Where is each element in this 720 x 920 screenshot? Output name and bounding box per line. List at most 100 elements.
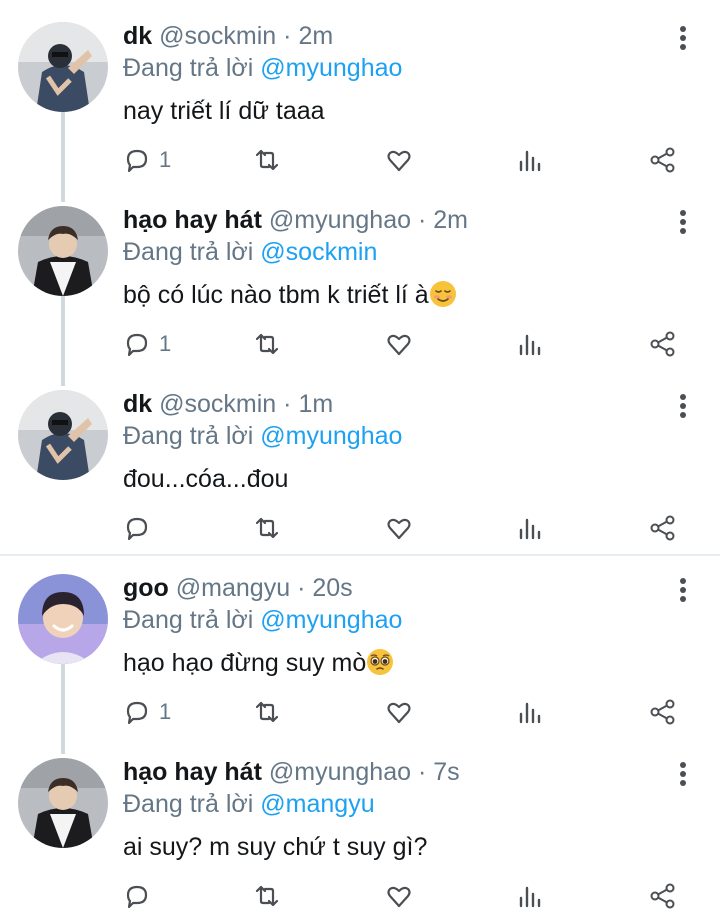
tweet-content: dk @sockmin · 1m Đang trả lời @myunghao … bbox=[123, 388, 660, 496]
handle[interactable]: @mangyu bbox=[176, 574, 290, 602]
tweet-text: bộ có lúc nào tbm k triết lí à bbox=[123, 278, 660, 312]
views-button[interactable] bbox=[516, 511, 544, 545]
more-options-icon[interactable] bbox=[676, 208, 690, 236]
views-icon bbox=[519, 886, 541, 908]
views-button[interactable] bbox=[516, 695, 544, 729]
tweet[interactable]: goo @mangyu · 20s Đang trả lời @myunghao… bbox=[0, 552, 720, 736]
retweet-icon bbox=[255, 701, 279, 723]
reply-icon bbox=[126, 517, 148, 541]
tweet-header: hạo hay hát @myunghao · 2m bbox=[123, 204, 660, 236]
more-options-icon[interactable] bbox=[676, 392, 690, 420]
display-name[interactable]: hạo hay hát bbox=[123, 206, 262, 234]
mention-link[interactable]: @myunghao bbox=[260, 606, 402, 634]
reply-button[interactable]: 1 bbox=[123, 143, 171, 177]
retweet-button[interactable] bbox=[253, 695, 281, 729]
reply-icon bbox=[126, 333, 148, 357]
reply-icon bbox=[126, 701, 148, 725]
reply-count: 1 bbox=[159, 331, 172, 356]
display-name[interactable]: dk bbox=[123, 22, 152, 50]
replying-to-label: Đang trả lời bbox=[123, 790, 254, 818]
tweet-text-body: hạo hạo đừng suy mò bbox=[123, 649, 367, 677]
reply-button[interactable] bbox=[123, 511, 159, 545]
handle[interactable]: @sockmin bbox=[159, 22, 276, 50]
replying-to: Đang trả lời @myunghao bbox=[123, 420, 660, 452]
reply-button[interactable] bbox=[123, 879, 159, 913]
tweet[interactable]: dk @sockmin · 1m Đang trả lời @myunghao … bbox=[0, 368, 720, 552]
tweet-text: đou...cóa...đou bbox=[123, 465, 289, 493]
retweet-icon bbox=[255, 885, 279, 907]
mention-link[interactable]: @mangyu bbox=[260, 790, 374, 818]
tweet-content: goo @mangyu · 20s Đang trả lời @myunghao… bbox=[123, 572, 660, 680]
tweet-text: nay triết lí dữ taaa bbox=[123, 97, 325, 125]
share-button[interactable] bbox=[649, 695, 677, 729]
display-name[interactable]: hạo hay hát bbox=[123, 758, 262, 786]
views-icon bbox=[519, 702, 541, 724]
replying-to-label: Đang trả lời bbox=[123, 238, 254, 266]
like-button[interactable] bbox=[385, 511, 413, 545]
mention-link[interactable]: @myunghao bbox=[260, 54, 402, 82]
more-options-icon[interactable] bbox=[676, 24, 690, 52]
more-options-icon[interactable] bbox=[676, 576, 690, 604]
handle[interactable]: @myunghao bbox=[269, 206, 411, 234]
handle[interactable]: @sockmin bbox=[159, 390, 276, 418]
reply-icon bbox=[126, 149, 148, 173]
avatar-goo[interactable] bbox=[18, 574, 108, 664]
share-icon bbox=[650, 147, 675, 173]
tweet-actions: 1 bbox=[123, 327, 693, 361]
share-button[interactable] bbox=[649, 143, 677, 177]
retweet-button[interactable] bbox=[253, 879, 281, 913]
reply-count: 1 bbox=[159, 147, 172, 172]
separator-dot: · bbox=[283, 390, 292, 418]
timestamp[interactable]: 1m bbox=[298, 390, 333, 418]
reply-button[interactable]: 1 bbox=[123, 695, 171, 729]
views-button[interactable] bbox=[516, 327, 544, 361]
retweet-button[interactable] bbox=[253, 327, 281, 361]
like-button[interactable] bbox=[385, 695, 413, 729]
views-button[interactable] bbox=[516, 879, 544, 913]
reply-icon bbox=[126, 885, 148, 909]
tweet-content: hạo hay hát @myunghao · 2m Đang trả lời … bbox=[123, 204, 660, 312]
replying-to: Đang trả lời @sockmin bbox=[123, 236, 660, 268]
relieved-face-emoji bbox=[429, 281, 456, 307]
handle[interactable]: @myunghao bbox=[269, 758, 411, 786]
avatar-hao[interactable] bbox=[18, 206, 108, 296]
mention-link[interactable]: @myunghao bbox=[260, 422, 402, 450]
reply-count: 1 bbox=[159, 699, 172, 724]
tweet[interactable]: hạo hay hát @myunghao · 7s Đang trả lời … bbox=[0, 736, 720, 920]
retweet-button[interactable] bbox=[253, 143, 281, 177]
like-icon bbox=[387, 518, 411, 540]
tweet[interactable]: hạo hay hát @myunghao · 2m Đang trả lời … bbox=[0, 184, 720, 368]
tweet-actions: 1 bbox=[123, 695, 693, 729]
like-icon bbox=[387, 702, 411, 724]
share-button[interactable] bbox=[649, 879, 677, 913]
like-button[interactable] bbox=[385, 327, 413, 361]
retweet-button[interactable] bbox=[253, 511, 281, 545]
tweet-header: goo @mangyu · 20s bbox=[123, 572, 660, 604]
replying-to-label: Đang trả lời bbox=[123, 54, 254, 82]
tweet[interactable]: dk @sockmin · 2m Đang trả lời @myunghao … bbox=[0, 0, 720, 184]
avatar-dk[interactable] bbox=[18, 22, 108, 112]
avatar-dk[interactable] bbox=[18, 390, 108, 480]
avatar-dk-image bbox=[18, 390, 108, 480]
timestamp[interactable]: 7s bbox=[433, 758, 459, 786]
more-options-icon[interactable] bbox=[676, 760, 690, 788]
views-icon bbox=[519, 518, 541, 540]
like-button[interactable] bbox=[385, 879, 413, 913]
share-button[interactable] bbox=[649, 511, 677, 545]
timestamp[interactable]: 2m bbox=[298, 22, 333, 50]
timestamp[interactable]: 2m bbox=[433, 206, 468, 234]
display-name[interactable]: goo bbox=[123, 574, 169, 602]
like-button[interactable] bbox=[385, 143, 413, 177]
timestamp[interactable]: 20s bbox=[312, 574, 352, 602]
reply-button[interactable]: 1 bbox=[123, 327, 171, 361]
like-icon bbox=[387, 334, 411, 356]
avatar-hao[interactable] bbox=[18, 758, 108, 848]
views-icon bbox=[519, 334, 541, 356]
tweet-actions: 1 bbox=[123, 143, 693, 177]
display-name[interactable]: dk bbox=[123, 390, 152, 418]
tweet-header: hạo hay hát @myunghao · 7s bbox=[123, 756, 660, 788]
separator-dot: · bbox=[417, 206, 427, 234]
share-button[interactable] bbox=[649, 327, 677, 361]
mention-link[interactable]: @sockmin bbox=[260, 238, 377, 266]
views-button[interactable] bbox=[516, 143, 544, 177]
